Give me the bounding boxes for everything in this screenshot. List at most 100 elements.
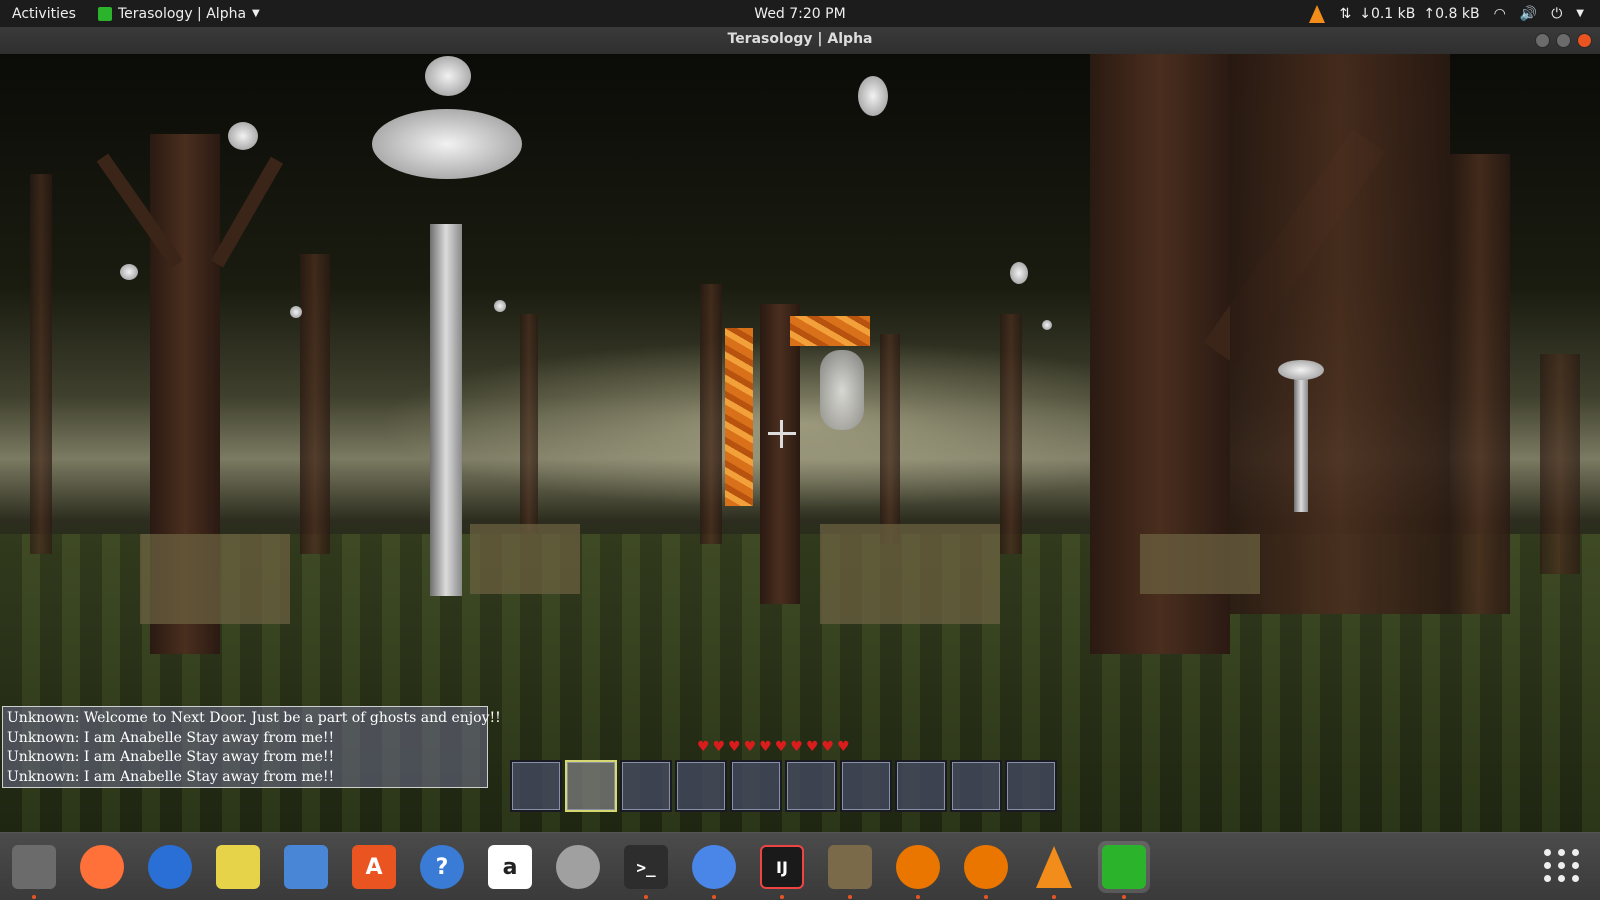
hotbar [510, 760, 1057, 812]
show-applications-button[interactable] [1544, 849, 1580, 882]
close-button[interactable] [1577, 33, 1592, 48]
crosshair [780, 420, 783, 448]
ghost-sprite [858, 76, 888, 116]
tree-trunk [880, 334, 900, 544]
skeleton-sprite [820, 350, 864, 430]
help-icon: ? [420, 845, 464, 889]
dock-item-terminal[interactable]: >_ [620, 841, 672, 899]
app-menu[interactable]: Terasology | Alpha ▼ [98, 4, 260, 24]
app-menu-label: Terasology | Alpha [118, 6, 247, 22]
amazon-glyph: a [502, 854, 518, 880]
game-viewport[interactable]: Unknown: Welcome to Next Door. Just be a… [0, 54, 1600, 832]
dead-bush [140, 534, 290, 624]
grid-dot [1572, 849, 1579, 856]
hotbar-slot[interactable] [510, 760, 562, 812]
hotbar-slot[interactable] [895, 760, 947, 812]
hotbar-slot[interactable] [840, 760, 892, 812]
system-tray: ⇅ ↓0.1 kB ↑0.8 kB ◠ 🔊 ⏻ ▼ [1309, 4, 1584, 24]
ghost-sprite [290, 306, 302, 318]
running-indicator [1052, 895, 1056, 899]
minimize-button[interactable] [1535, 33, 1550, 48]
gimp-icon [828, 845, 872, 889]
running-indicator [644, 895, 648, 899]
heart-icon: ♥ [805, 739, 819, 755]
clock-label[interactable]: Wed 7:20 PM [754, 6, 845, 22]
terminal-icon: >_ [624, 845, 668, 889]
lava-block [790, 316, 870, 346]
running-indicator [712, 895, 716, 899]
system-settings-icon [556, 845, 600, 889]
grid-dot [1558, 875, 1565, 882]
activities-button[interactable]: Activities [12, 4, 76, 24]
lamp-head [372, 109, 522, 179]
ghost-sprite [1010, 262, 1028, 284]
net-down: ↓0.1 kB [1359, 6, 1416, 22]
grid-dot [1572, 875, 1579, 882]
files-icon [12, 845, 56, 889]
hotbar-slot[interactable] [1005, 760, 1057, 812]
vlc-cone [1036, 846, 1072, 888]
hotbar-slot[interactable] [730, 760, 782, 812]
tree-trunk [760, 304, 800, 604]
dock-item-help[interactable]: ? [416, 841, 468, 893]
network-monitor[interactable]: ⇅ ↓0.1 kB ↑0.8 kB [1339, 4, 1479, 24]
tree-trunk [700, 284, 722, 544]
dock-item-vlc[interactable] [1028, 841, 1080, 899]
dock-item-image-viewer[interactable] [280, 841, 332, 893]
dock-item-amazon[interactable]: a [484, 841, 536, 893]
heart-icon: ♥ [759, 739, 772, 755]
dock-item-rhythmbox[interactable] [212, 841, 264, 893]
heart-icon: ♥ [712, 739, 726, 755]
tree-trunk [1000, 314, 1022, 554]
dock-item-gimp[interactable] [824, 841, 876, 899]
dead-bush [470, 524, 580, 594]
blender-icon [964, 845, 1008, 889]
heart-icon: ♥ [728, 739, 741, 755]
dock-item-settings[interactable] [552, 841, 604, 893]
intellij-icon: IJ [760, 845, 804, 889]
dock-item-blender-2[interactable] [960, 841, 1012, 899]
ghost-sprite [1042, 320, 1052, 330]
maximize-button[interactable] [1556, 33, 1571, 48]
ghost-sprite [494, 300, 506, 312]
thunderbird-icon [148, 845, 192, 889]
volume-icon[interactable]: 🔊 [1520, 4, 1537, 24]
health-bar: ♥ ♥ ♥ ♥ ♥ ♥ ♥ ♥ ♥ ♥ [697, 740, 850, 754]
hotbar-slot[interactable] [785, 760, 837, 812]
dock-item-files[interactable] [8, 841, 60, 899]
chat-message: Unknown: I am Anabelle Stay away from me… [7, 749, 335, 765]
dock-item-firefox[interactable] [76, 841, 128, 893]
dock-item-terasology[interactable] [1098, 841, 1150, 899]
dock-item-software[interactable]: A [348, 841, 400, 893]
ghost-sprite [228, 122, 258, 150]
dock-item-intellij[interactable]: IJ [756, 841, 808, 899]
chat-message: Unknown: Welcome to Next Door. Just be a… [7, 710, 501, 726]
chevron-down-icon[interactable]: ▼ [1576, 4, 1584, 24]
hotbar-slot[interactable] [620, 760, 672, 812]
rhythmbox-icon [216, 845, 260, 889]
heart-icon: ♥ [774, 739, 788, 755]
grid-dot [1544, 862, 1551, 869]
tree-trunk [1540, 354, 1580, 574]
dock-item-blender[interactable] [892, 841, 944, 899]
dock-item-thunderbird[interactable] [144, 841, 196, 893]
dock-item-chromium[interactable] [688, 841, 740, 899]
vlc-tray-icon[interactable] [1309, 5, 1326, 23]
grid-dot [1558, 862, 1565, 869]
tree-trunk [1450, 154, 1510, 614]
top-panel: Activities Terasology | Alpha ▼ Wed 7:20… [0, 0, 1600, 27]
net-up: ↑0.8 kB [1423, 6, 1480, 22]
software-center-icon: A [352, 845, 396, 889]
power-icon[interactable]: ⏻ [1551, 4, 1562, 24]
terasology-icon [1102, 845, 1146, 889]
chat-log: Unknown: Welcome to Next Door. Just be a… [2, 706, 501, 788]
hotbar-slot[interactable] [675, 760, 727, 812]
window-controls [1535, 33, 1592, 48]
hotbar-slot[interactable] [950, 760, 1002, 812]
wifi-icon[interactable]: ◠ [1494, 4, 1506, 24]
window-titlebar[interactable]: Terasology | Alpha [0, 27, 1600, 54]
hotbar-slot[interactable] [565, 760, 617, 812]
grid-dot [1558, 849, 1565, 856]
running-indicator [1122, 895, 1126, 899]
grid-dot [1572, 862, 1579, 869]
